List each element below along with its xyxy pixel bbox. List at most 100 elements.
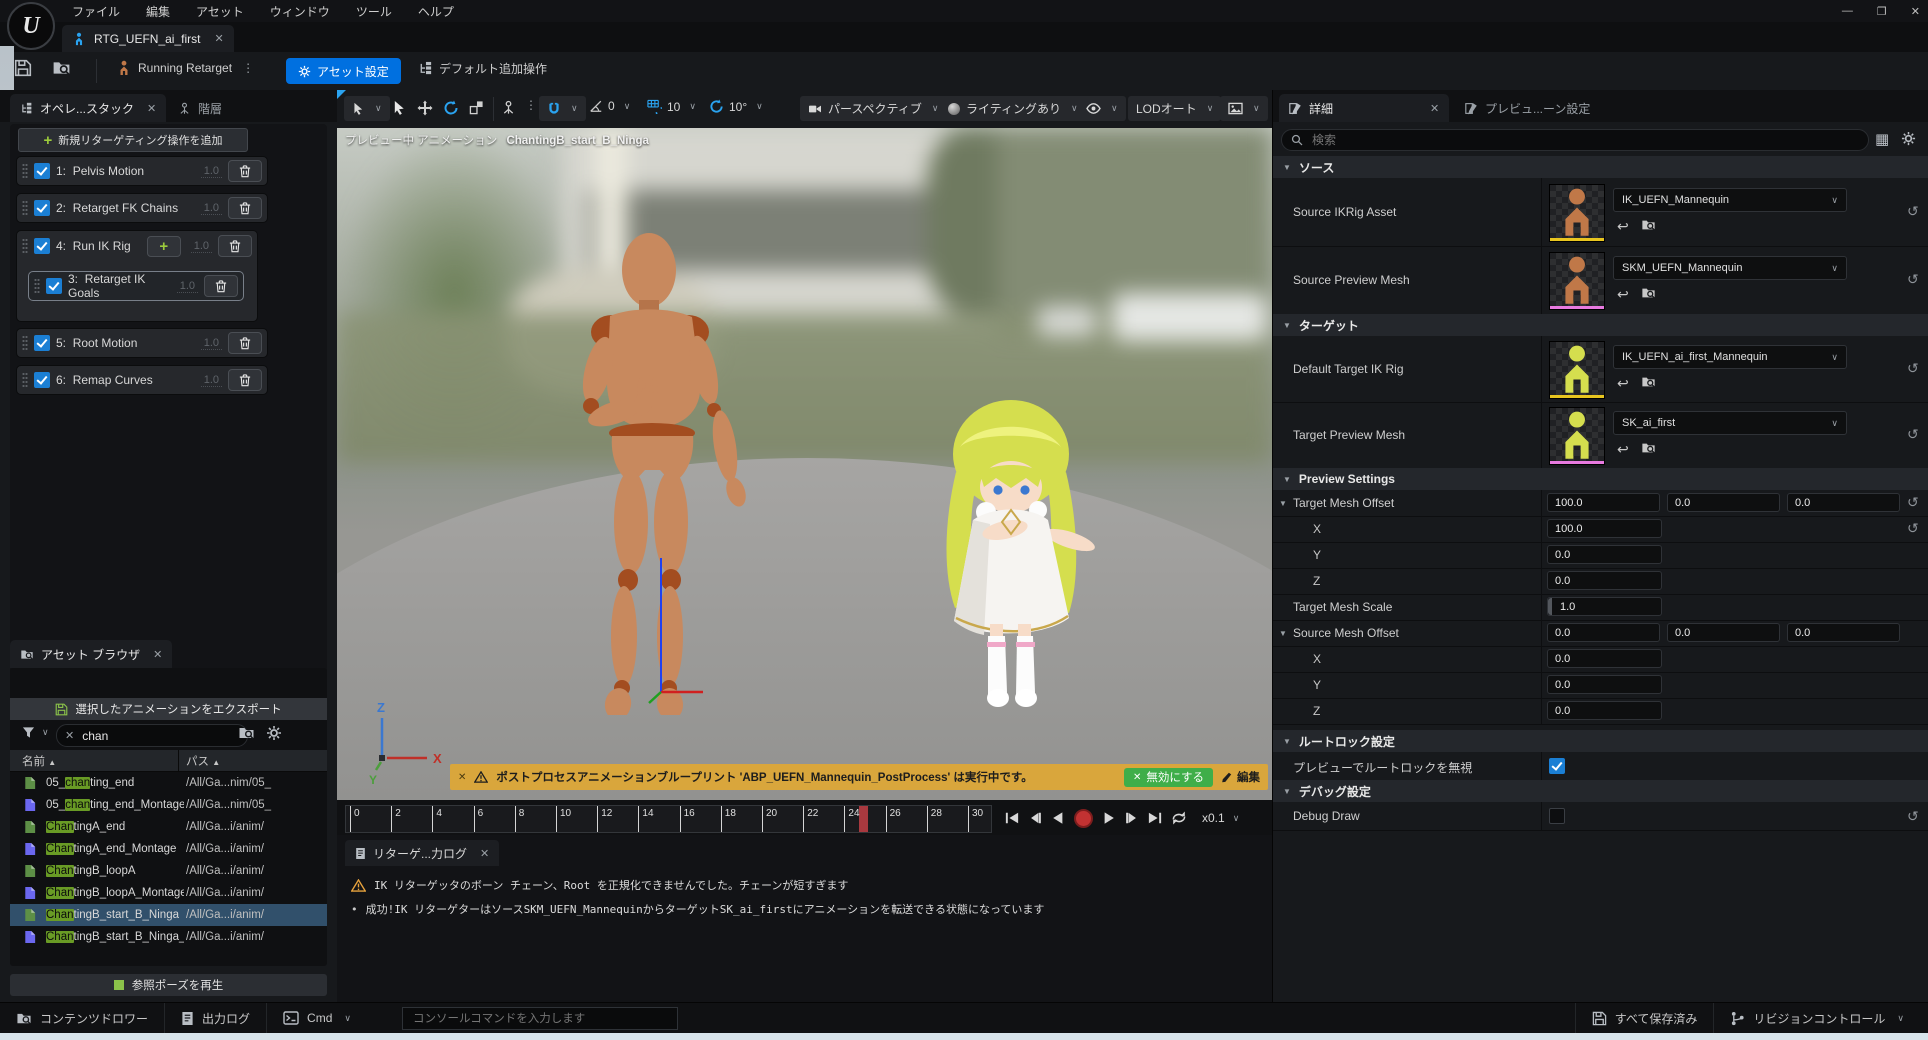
banner-close-icon[interactable]: ✕: [458, 772, 466, 783]
delete-op-button[interactable]: [228, 369, 262, 391]
reset-to-default-icon[interactable]: ↺: [1907, 203, 1919, 220]
asset-settings-gear-button[interactable]: [266, 725, 282, 741]
reset-to-default-icon[interactable]: ↺: [1907, 426, 1919, 443]
clear-search-icon[interactable]: ✕: [65, 729, 74, 742]
tab-close-icon[interactable]: ✕: [214, 32, 223, 45]
section-target[interactable]: ▼ターゲット: [1273, 314, 1928, 336]
tab-rtg-uefn-ai-first[interactable]: RTG_UEFN_ai_first ✕: [62, 25, 234, 52]
running-retarget-button[interactable]: Running Retarget ⋮: [116, 60, 255, 76]
browse-to-asset-icon[interactable]: [1641, 286, 1656, 300]
op-enabled-checkbox[interactable]: [34, 335, 50, 351]
op-item-retarget-fk-chains[interactable]: 2: Retarget FK Chains 1.0: [16, 193, 268, 223]
browse-to-asset-icon[interactable]: [1641, 441, 1656, 455]
section-preview-settings[interactable]: ▼Preview Settings: [1273, 468, 1928, 490]
offset-y-field[interactable]: 0.0: [1667, 493, 1780, 512]
x-field[interactable]: 0.0: [1547, 649, 1662, 668]
op-enabled-checkbox[interactable]: [34, 200, 50, 216]
tab-retarget-log[interactable]: リターゲ...力ログ ✕: [345, 840, 499, 866]
reset-to-default-icon[interactable]: ↺: [1907, 360, 1919, 377]
drag-handle-icon[interactable]: [22, 335, 28, 351]
tab-op-stack[interactable]: オペレ...スタック ✕: [10, 94, 166, 122]
reset-to-default-icon[interactable]: ↺: [1907, 494, 1919, 511]
edit-postprocess-button[interactable]: 編集: [1221, 769, 1260, 785]
tool-select-dropdown[interactable]: ∨: [344, 96, 390, 121]
menu-asset[interactable]: アセット: [196, 3, 244, 20]
more-tools-icon[interactable]: ⋮: [525, 98, 538, 112]
y-field[interactable]: 0.0: [1547, 545, 1662, 564]
section-source[interactable]: ▼ソース: [1273, 156, 1928, 178]
timeline-ruler[interactable]: 024681012141618202224262830: [345, 805, 992, 833]
target-ikrig-dropdown[interactable]: IK_UEFN_ai_first_Mannequin∨: [1613, 345, 1847, 369]
add-child-op-button[interactable]: +: [147, 236, 181, 257]
drag-handle-icon[interactable]: [34, 278, 40, 294]
output-log-button[interactable]: 出力ログ: [165, 1003, 267, 1033]
op-enabled-checkbox[interactable]: [34, 238, 50, 254]
tab-close-icon[interactable]: ✕: [147, 102, 156, 115]
delete-op-button[interactable]: [228, 332, 262, 354]
playback-speed-dropdown[interactable]: x0.1∨: [1202, 811, 1239, 825]
more-options-icon[interactable]: ⋮: [242, 61, 255, 75]
details-search-input[interactable]: [1310, 132, 1814, 148]
perspective-dropdown[interactable]: パースペクティブ∨: [800, 96, 946, 121]
default-ops-button[interactable]: デフォルト追加操作: [418, 60, 547, 77]
y-field[interactable]: 0.0: [1547, 675, 1662, 694]
asset-row[interactable]: ChantingB_loopA/All/Ga...i/anim/: [10, 860, 327, 882]
delete-op-button[interactable]: [228, 160, 262, 182]
op-enabled-checkbox[interactable]: [34, 372, 50, 388]
rotate-tool-button[interactable]: [443, 100, 459, 116]
rotation-snap-control[interactable]: 10°∨: [709, 99, 763, 114]
offset-x-field[interactable]: 100.0: [1547, 493, 1660, 512]
select-tool-button[interactable]: [392, 100, 407, 115]
op-weight-field[interactable]: 1.0: [201, 337, 222, 350]
drag-handle-icon[interactable]: [22, 372, 28, 388]
offset-z-field[interactable]: 0.0: [1787, 493, 1900, 512]
content-drawer-button[interactable]: コンテンツドロワー: [0, 1003, 165, 1033]
asset-search-input[interactable]: [80, 728, 194, 744]
minimize-button[interactable]: —: [1842, 5, 1853, 17]
op-item-retarget-ik-goals-selected[interactable]: 3: Retarget IK Goals 1.0: [28, 271, 244, 301]
expander-icon[interactable]: ▼: [1279, 499, 1287, 508]
z-field[interactable]: 0.0: [1547, 571, 1662, 590]
op-weight-field[interactable]: 1.0: [191, 240, 212, 253]
timeline-playhead[interactable]: [859, 806, 868, 832]
restore-button[interactable]: ❐: [1877, 5, 1887, 18]
offset-z-field[interactable]: 0.0: [1787, 623, 1900, 642]
offset-y-field[interactable]: 0.0: [1667, 623, 1780, 642]
play-reference-pose-button[interactable]: 参照ポーズを再生: [10, 974, 327, 996]
revision-control-button[interactable]: リビジョンコントロール∨: [1713, 1003, 1920, 1033]
op-weight-field[interactable]: 1.0: [177, 280, 198, 293]
angle-snap-control[interactable]: 0∨: [589, 99, 630, 113]
close-button[interactable]: ✕: [1911, 5, 1920, 18]
go-to-end-button[interactable]: [1148, 811, 1162, 825]
delete-op-button[interactable]: [218, 235, 252, 257]
op-item-run-ik-rig[interactable]: 4: Run IK Rig + 1.0: [17, 231, 257, 261]
asset-row[interactable]: 05_chanting_end_Montage/All/Ga...nim/05_: [10, 794, 327, 816]
details-search-box[interactable]: [1281, 129, 1869, 151]
coordinate-space-button[interactable]: [501, 100, 516, 115]
console-command-input[interactable]: [411, 1012, 655, 1026]
use-selected-icon[interactable]: ↩: [1617, 286, 1629, 303]
asset-row[interactable]: 05_chanting_end/All/Ga...nim/05_: [10, 772, 327, 794]
drag-handle-icon[interactable]: [22, 200, 28, 216]
screenshot-dropdown[interactable]: ∨: [1220, 96, 1268, 121]
x-field[interactable]: 100.0: [1547, 519, 1662, 538]
debug-draw-checkbox[interactable]: [1549, 808, 1565, 824]
menu-tools[interactable]: ツール: [356, 3, 392, 20]
all-saved-button[interactable]: すべて保存済み: [1575, 1003, 1714, 1033]
target-ikrig-thumbnail[interactable]: [1549, 341, 1605, 399]
target-mesh-dropdown[interactable]: SK_ai_first∨: [1613, 411, 1847, 435]
asset-search-box[interactable]: ✕: [56, 724, 248, 747]
play-reverse-button[interactable]: [1051, 811, 1065, 825]
loop-button[interactable]: [1171, 810, 1187, 826]
asset-settings-button[interactable]: アセット設定: [286, 58, 401, 84]
column-name[interactable]: 名前 ▲: [22, 753, 56, 769]
column-path[interactable]: パス ▲: [186, 753, 220, 769]
asset-row[interactable]: ChantingB_start_B_Ninga_Mor/All/Ga...i/a…: [10, 926, 327, 948]
show-flags-dropdown[interactable]: ∨: [1078, 96, 1126, 121]
folder-filter-button[interactable]: [238, 725, 255, 741]
use-selected-icon[interactable]: ↩: [1617, 375, 1629, 392]
tab-close-icon[interactable]: ✕: [480, 847, 489, 860]
menu-file[interactable]: ファイル: [72, 3, 120, 20]
display-mode-button[interactable]: ▦: [1875, 130, 1889, 148]
reset-to-default-icon[interactable]: ↺: [1907, 808, 1919, 825]
